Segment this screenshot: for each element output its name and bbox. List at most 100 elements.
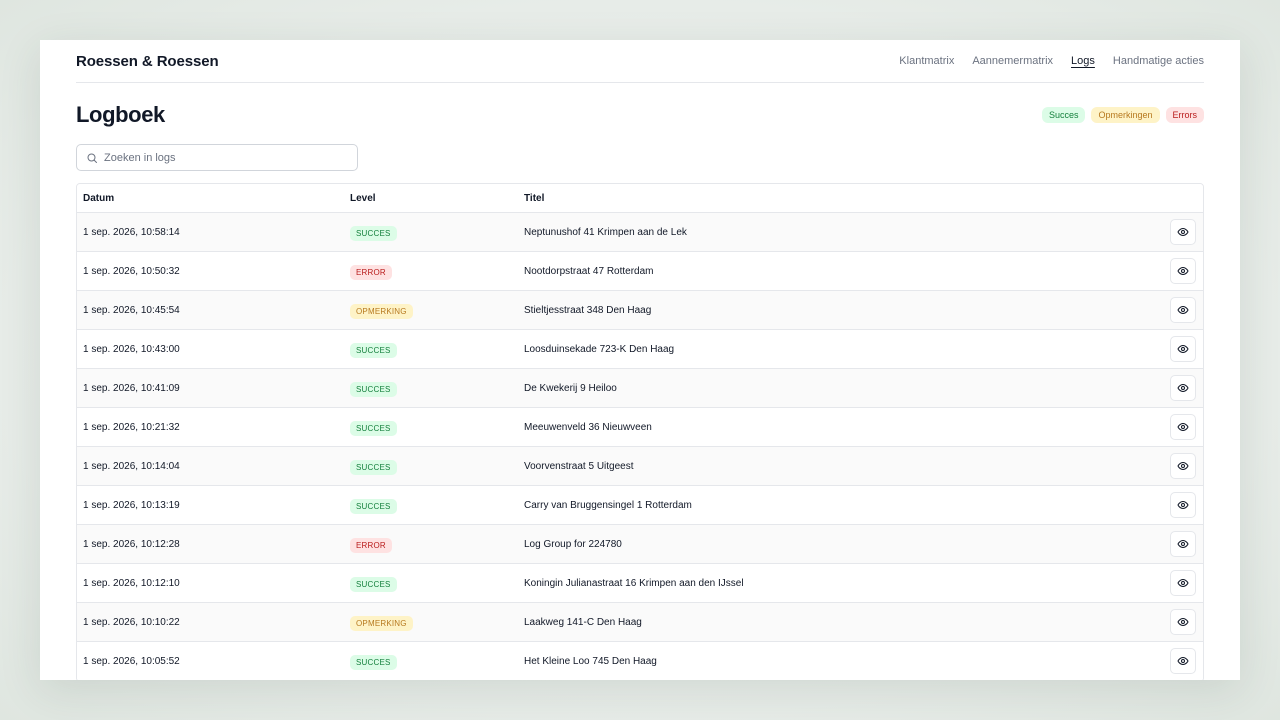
eye-icon	[1177, 579, 1189, 587]
row-title: De Kwekerij 9 Heiloo	[524, 382, 617, 394]
legend-opmerkingen: Opmerkingen	[1091, 107, 1160, 123]
row-date: 1 sep. 2026, 10:43:00	[83, 343, 180, 355]
row-actions	[1163, 648, 1203, 674]
table-header: Datum Level Titel	[77, 184, 1203, 213]
row-actions	[1163, 336, 1203, 362]
row-actions	[1163, 609, 1203, 635]
row-level-cell: SUCCES	[350, 418, 524, 436]
table-row: 1 sep. 2026, 10:58:14 SUCCES Neptunushof…	[77, 213, 1203, 252]
eye-icon	[1177, 462, 1189, 470]
view-log-button[interactable]	[1170, 570, 1196, 596]
row-date: 1 sep. 2026, 10:58:14	[83, 226, 180, 238]
eye-icon	[1177, 384, 1189, 392]
row-date: 1 sep. 2026, 10:45:54	[83, 304, 180, 316]
row-title: Log Group for 224780	[524, 538, 622, 550]
eye-icon	[1177, 306, 1189, 314]
eye-icon	[1177, 618, 1189, 626]
view-log-button[interactable]	[1170, 453, 1196, 479]
row-title: Laakweg 141-C Den Haag	[524, 616, 642, 628]
view-log-button[interactable]	[1170, 609, 1196, 635]
top-navigation-bar: Roessen & Roessen Klantmatrix Aannemerma…	[76, 40, 1204, 83]
eye-icon	[1177, 267, 1189, 275]
level-badge: OPMERKING	[350, 616, 413, 631]
row-actions	[1163, 258, 1203, 284]
view-log-button[interactable]	[1170, 375, 1196, 401]
level-badge: SUCCES	[350, 499, 397, 514]
level-badge: SUCCES	[350, 577, 397, 592]
content-area: Roessen & Roessen Klantmatrix Aannemerma…	[76, 40, 1204, 680]
row-title: Het Kleine Loo 745 Den Haag	[524, 655, 657, 667]
row-actions	[1163, 375, 1203, 401]
legend-succes: Succes	[1041, 107, 1086, 123]
row-actions	[1163, 297, 1203, 323]
table-row: 1 sep. 2026, 10:41:09 SUCCES De Kwekerij…	[77, 369, 1203, 408]
row-date: 1 sep. 2026, 10:13:19	[83, 499, 180, 511]
row-level-cell: SUCCES	[350, 574, 524, 592]
level-badge: SUCCES	[350, 655, 397, 670]
level-legend: Succes Opmerkingen Errors	[1041, 107, 1204, 123]
nav-item-handmatige-acties[interactable]: Handmatige acties	[1113, 55, 1204, 67]
row-level-cell: SUCCES	[350, 223, 524, 241]
table-row: 1 sep. 2026, 10:10:22 OPMERKING Laakweg …	[77, 603, 1203, 642]
row-title: Carry van Bruggensingel 1 Rotterdam	[524, 499, 692, 511]
row-actions	[1163, 531, 1203, 557]
eye-icon	[1177, 501, 1189, 509]
view-log-button[interactable]	[1170, 492, 1196, 518]
table-row: 1 sep. 2026, 10:12:10 SUCCES Koningin Ju…	[77, 564, 1203, 603]
row-level-cell: ERROR	[350, 262, 524, 280]
search-box	[76, 144, 358, 171]
view-log-button[interactable]	[1170, 414, 1196, 440]
column-header-date: Datum	[83, 192, 115, 204]
row-actions	[1163, 453, 1203, 479]
logs-table: Datum Level Titel 1 sep. 2026, 10:58:14 …	[76, 183, 1204, 680]
eye-icon	[1177, 657, 1189, 665]
row-actions	[1163, 492, 1203, 518]
column-header-title: Titel	[524, 192, 545, 204]
nav-item-aannemermatrix[interactable]: Aannemermatrix	[972, 55, 1053, 67]
view-log-button[interactable]	[1170, 258, 1196, 284]
row-title: Neptunushof 41 Krimpen aan de Lek	[524, 226, 687, 238]
search-icon	[87, 153, 97, 163]
view-log-button[interactable]	[1170, 648, 1196, 674]
table-row: 1 sep. 2026, 10:12:28 ERROR Log Group fo…	[77, 525, 1203, 564]
level-badge: ERROR	[350, 265, 392, 280]
table-body: 1 sep. 2026, 10:58:14 SUCCES Neptunushof…	[77, 213, 1203, 680]
row-level-cell: SUCCES	[350, 340, 524, 358]
page-title: Logboek	[76, 102, 165, 127]
view-log-button[interactable]	[1170, 297, 1196, 323]
search-input[interactable]	[104, 151, 344, 164]
app-window: Roessen & Roessen Klantmatrix Aannemerma…	[40, 40, 1240, 680]
view-log-button[interactable]	[1170, 336, 1196, 362]
level-badge: SUCCES	[350, 421, 397, 436]
row-level-cell: OPMERKING	[350, 613, 524, 631]
page-header: Logboek Succes Opmerkingen Errors	[76, 102, 1204, 128]
table-row: 1 sep. 2026, 10:14:04 SUCCES Voorvenstra…	[77, 447, 1203, 486]
main-nav: Klantmatrix Aannemermatrix Logs Handmati…	[899, 55, 1204, 67]
row-actions	[1163, 414, 1203, 440]
nav-item-klantmatrix[interactable]: Klantmatrix	[899, 55, 954, 67]
row-date: 1 sep. 2026, 10:12:10	[83, 577, 180, 589]
row-actions	[1163, 570, 1203, 596]
row-title: Nootdorpstraat 47 Rotterdam	[524, 265, 654, 277]
row-date: 1 sep. 2026, 10:41:09	[83, 382, 180, 394]
level-badge: SUCCES	[350, 460, 397, 475]
row-date: 1 sep. 2026, 10:21:32	[83, 421, 180, 433]
row-level-cell: SUCCES	[350, 652, 524, 670]
row-date: 1 sep. 2026, 10:14:04	[83, 460, 180, 472]
brand-name: Roessen & Roessen	[76, 52, 219, 70]
table-row: 1 sep. 2026, 10:45:54 OPMERKING Stieltje…	[77, 291, 1203, 330]
level-badge: SUCCES	[350, 226, 397, 241]
row-date: 1 sep. 2026, 10:10:22	[83, 616, 180, 628]
row-title: Loosduinsekade 723-K Den Haag	[524, 343, 675, 355]
row-actions	[1163, 219, 1203, 245]
row-level-cell: SUCCES	[350, 457, 524, 475]
eye-icon	[1177, 540, 1189, 548]
row-date: 1 sep. 2026, 10:12:28	[83, 538, 180, 550]
eye-icon	[1177, 345, 1189, 353]
row-date: 1 sep. 2026, 10:05:52	[83, 655, 180, 667]
row-title: Meeuwenveld 36 Nieuwveen	[524, 421, 652, 433]
row-level-cell: SUCCES	[350, 379, 524, 397]
nav-item-logs[interactable]: Logs	[1071, 55, 1095, 67]
view-log-button[interactable]	[1170, 531, 1196, 557]
view-log-button[interactable]	[1170, 219, 1196, 245]
